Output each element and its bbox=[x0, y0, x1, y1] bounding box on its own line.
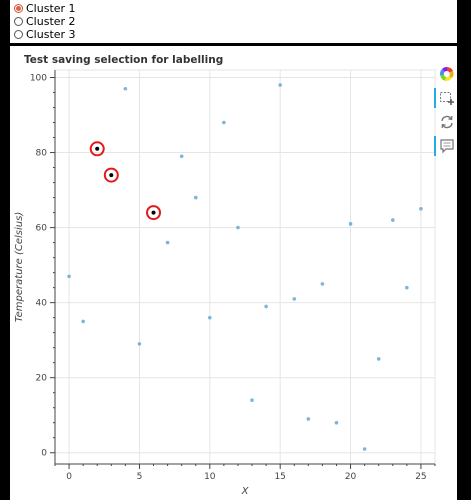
scatter-chart[interactable]: Test saving selection for labelling 0 5 10 1… bbox=[0, 0, 471, 500]
data-point bbox=[137, 342, 142, 346]
x-tick-label: 25 bbox=[415, 472, 426, 482]
x-tick-label: 15 bbox=[274, 472, 285, 482]
bokeh-logo-icon[interactable] bbox=[437, 64, 457, 84]
x-axis-label: X bbox=[241, 486, 250, 497]
hover-tool[interactable] bbox=[434, 136, 457, 156]
data-point bbox=[81, 319, 85, 324]
data-point bbox=[419, 207, 423, 211]
data-point bbox=[362, 447, 367, 451]
selected-point bbox=[151, 210, 156, 215]
y-tick-label: 80 bbox=[36, 149, 48, 159]
plot-toolbar bbox=[434, 64, 457, 164]
data-point bbox=[236, 225, 240, 230]
data-point bbox=[320, 282, 325, 286]
data-point bbox=[208, 315, 212, 320]
y-axis-label: Temperature (Celsius) bbox=[14, 212, 25, 322]
data-point bbox=[250, 398, 254, 403]
y-tick-label: 20 bbox=[36, 374, 48, 384]
hover-active-indicator bbox=[434, 136, 436, 156]
x-tick-label: 0 bbox=[66, 472, 72, 482]
box-select-tool[interactable] bbox=[434, 88, 457, 108]
data-point bbox=[123, 86, 128, 91]
data-point bbox=[222, 120, 226, 125]
data-point bbox=[348, 222, 353, 226]
selected-point bbox=[95, 146, 100, 151]
reset-tool[interactable] bbox=[437, 112, 457, 132]
data-point bbox=[67, 274, 71, 279]
x-tick-label: 10 bbox=[204, 472, 216, 482]
data-point bbox=[376, 357, 381, 361]
hover-icon bbox=[440, 139, 454, 154]
x-tick-label: 20 bbox=[345, 472, 357, 482]
plot-area bbox=[54, 69, 436, 465]
data-point bbox=[179, 154, 184, 159]
data-point bbox=[405, 285, 409, 290]
box-select-icon bbox=[440, 92, 454, 105]
data-point bbox=[390, 218, 395, 222]
box-select-active-indicator bbox=[434, 88, 436, 108]
y-tick-label: 40 bbox=[36, 299, 48, 309]
data-point bbox=[306, 417, 311, 421]
x-tick-label: 5 bbox=[137, 472, 143, 482]
y-tick-label: 100 bbox=[30, 74, 47, 84]
y-tick-label: 0 bbox=[41, 449, 47, 459]
data-point bbox=[264, 304, 268, 309]
data-point bbox=[193, 195, 198, 200]
reset-icon bbox=[441, 115, 453, 129]
data-point bbox=[278, 83, 282, 87]
data-point bbox=[334, 420, 339, 425]
y-tick-label: 60 bbox=[36, 224, 48, 234]
data-point bbox=[165, 240, 170, 245]
data-point bbox=[292, 297, 297, 301]
chart-title: Test saving selection for labelling bbox=[24, 54, 223, 66]
selected-point bbox=[109, 173, 114, 178]
